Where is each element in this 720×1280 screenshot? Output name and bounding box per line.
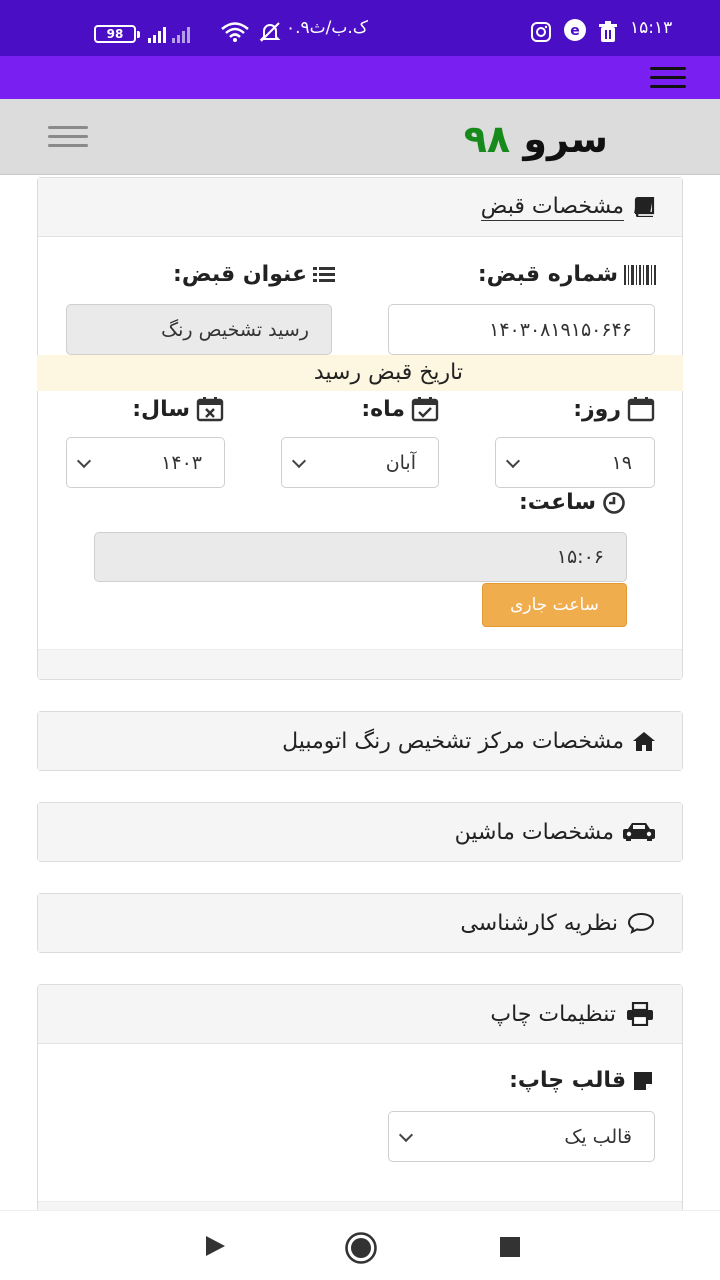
sticky-note-icon (634, 1071, 652, 1090)
chevron-down-icon (76, 453, 92, 468)
network-speed: ۰.۹ک.ب/ث (286, 18, 369, 38)
hamburger-menu-icon[interactable] (48, 126, 88, 153)
chevron-down-icon (398, 1127, 414, 1142)
menu-icon[interactable] (650, 67, 686, 94)
top-nav-bar (0, 56, 720, 99)
month-label: ماه: (361, 396, 439, 422)
day-select[interactable]: ۱۹ (495, 437, 655, 488)
list-icon (313, 266, 335, 282)
home-button-icon[interactable] (344, 1231, 378, 1269)
calendar-check-icon (411, 397, 439, 422)
receipt-number-input[interactable]: ۱۴۰۳۰۸۱۹۱۵۰۶۴۶ (388, 304, 655, 355)
year-label: سال: (132, 396, 224, 422)
app-e-icon: e (562, 18, 588, 42)
receipt-title-input[interactable]: رسید تشخیص رنگ (66, 304, 332, 355)
center-section-card[interactable]: مشخصات مرکز تشخیص رنگ اتومبیل (37, 711, 683, 771)
receipt-date-banner: تاریخ قبض رسید (37, 355, 683, 391)
printer-icon (624, 1002, 656, 1026)
expert-section-card[interactable]: نظریه کارشناسی (37, 893, 683, 953)
calendar-icon (627, 397, 655, 422)
car-section-title: مشخصات ماشین (454, 819, 614, 845)
clock-icon (603, 491, 625, 514)
print-section-title: تنظیمات چاپ (490, 1001, 616, 1027)
barcode-icon (624, 264, 656, 285)
back-icon[interactable] (204, 1235, 226, 1261)
svg-text:e: e (570, 23, 580, 39)
calendar-times-icon (196, 397, 224, 422)
time-input[interactable]: ۱۵:۰۶ (94, 532, 627, 582)
status-bar: 98 ۰.۹ک.ب/ث e ۱۵:۱۳ (0, 0, 720, 56)
print-template-select[interactable]: قالب یک (388, 1111, 655, 1162)
battery-indicator: 98 (94, 25, 140, 43)
recents-icon[interactable] (500, 1237, 520, 1261)
center-section-header[interactable]: مشخصات مرکز تشخیص رنگ اتومبیل (38, 712, 682, 770)
year-select[interactable]: ۱۴۰۳ (66, 437, 225, 488)
wifi-icon (220, 20, 250, 44)
brand-logo: سرو ۹۸ (463, 117, 608, 161)
receipt-card-title: مشخصات قبض (480, 193, 624, 221)
car-section-header[interactable]: مشخصات ماشین (38, 803, 682, 861)
receipt-card-header[interactable]: مشخصات قبض (38, 178, 682, 237)
chevron-down-icon (291, 453, 307, 468)
print-section-header[interactable]: تنظیمات چاپ (38, 985, 682, 1044)
receipt-number-label: شماره قبض: (478, 262, 656, 287)
chevron-down-icon (505, 453, 521, 468)
instagram-icon (530, 20, 552, 44)
clock-time: ۱۵:۱۳ (630, 18, 673, 38)
book-icon (632, 195, 656, 219)
bell-off-icon (258, 20, 282, 44)
trash-icon (598, 20, 618, 44)
expert-section-title: نظریه کارشناسی (460, 910, 618, 936)
system-nav-bar (0, 1210, 720, 1280)
print-template-label: قالب چاپ: (509, 1068, 654, 1093)
time-label: ساعت: (519, 490, 626, 515)
comment-icon (626, 911, 656, 935)
day-label: روز: (573, 396, 655, 422)
month-select[interactable]: آبان (281, 437, 439, 488)
app-header: سرو ۹۸ (0, 99, 720, 175)
print-section-card: تنظیمات چاپ (37, 984, 683, 1225)
car-section-card[interactable]: مشخصات ماشین (37, 802, 683, 862)
current-time-button[interactable]: ساعت جاری (482, 583, 627, 627)
expert-section-header[interactable]: نظریه کارشناسی (38, 894, 682, 952)
signal-icon (148, 22, 212, 46)
center-section-title: مشخصات مرکز تشخیص رنگ اتومبیل (282, 728, 624, 754)
home-icon (632, 729, 656, 753)
receipt-card-footer (38, 649, 682, 679)
receipt-title-label: عنوان قبض: (173, 262, 335, 287)
car-icon (622, 820, 656, 844)
